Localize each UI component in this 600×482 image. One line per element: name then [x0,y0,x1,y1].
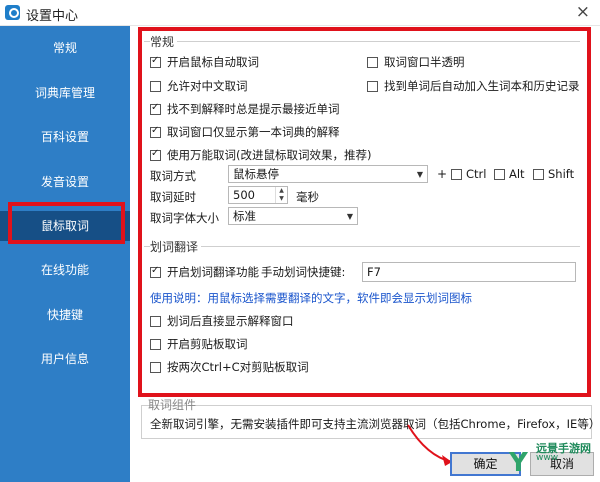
ok-button[interactable]: 确定 [450,452,521,476]
translucent-window-checkbox[interactable] [367,57,378,68]
engine-description: 全新取词引擎，无需安装插件即可支持主流浏览器取词（包括Chrome，Firefo… [150,417,600,431]
section-title-translate: 划词翻译 [150,238,202,255]
capture-delay-label: 取词延时 [150,190,196,204]
auto-capture-label: 开启鼠标自动取词 [167,55,259,69]
chinese-capture-checkbox[interactable] [150,81,161,92]
sidebar-item-online[interactable]: 在线功能 [0,255,130,285]
sidebar-item-encyclopedia[interactable]: 百科设置 [0,122,130,152]
alt-modifier-checkbox[interactable] [494,169,505,180]
sidebar-item-general[interactable]: 常规 [0,33,130,63]
section-divider [144,246,580,247]
ctrl-modifier-label: Ctrl [466,167,487,181]
universal-capture-checkbox[interactable] [150,148,161,161]
hotkey-label: 手动划词快捷键: [261,265,346,279]
font-size-label: 取词字体大小 [150,211,219,225]
hotkey-input[interactable]: F7 [362,262,576,282]
sidebar-item-dictionary-manager[interactable]: 词典库管理 [0,78,130,108]
first-dict-only-checkbox[interactable] [150,125,161,138]
section-divider [144,41,580,42]
ctrl-modifier-checkbox[interactable] [451,169,462,180]
capture-method-value: 鼠标悬停 [233,167,279,181]
window-title: 设置中心 [26,9,79,24]
usage-hint: 使用说明：用鼠标选择需要翻译的文字，软件即会显示划词图标 [150,291,472,305]
show-window-directly-label: 划词后直接显示解释窗口 [167,314,294,328]
capture-delay-unit: 毫秒 [296,190,319,204]
plus-sign: + [437,167,448,181]
double-ctrl-c-label: 按两次Ctrl+C对剪贴板取词 [167,360,309,374]
enable-translate-label: 开启划词翻译功能 [167,265,259,279]
chevron-down-icon: ▼ [416,170,423,179]
spinner-arrows-icon[interactable]: ▲ ▼ [275,187,287,203]
sidebar-item-pronunciation[interactable]: 发音设置 [0,167,130,197]
first-dict-only-label: 取词窗口仅显示第一本词典的解释 [167,125,340,139]
clipboard-capture-label: 开启剪贴板取词 [167,337,248,351]
auto-add-wordbook-checkbox[interactable] [367,81,378,92]
shift-modifier-label: Shift [548,167,575,181]
watermark-sub: www [536,453,559,463]
show-window-directly-checkbox[interactable] [150,316,161,327]
title-bar: 设置中心 × [0,0,600,26]
app-icon [5,5,20,20]
hotkey-value: F7 [367,265,381,279]
close-icon[interactable]: × [576,2,590,22]
shift-modifier-checkbox[interactable] [533,169,544,180]
enable-translate-checkbox[interactable] [150,265,161,278]
auto-capture-checkbox[interactable] [150,55,161,68]
double-ctrl-c-checkbox[interactable] [150,362,161,373]
capture-method-select[interactable]: 鼠标悬停 ▼ [228,165,428,183]
auto-add-wordbook-label: 找到单词后自动加入生词本和历史记录 [384,79,580,93]
font-size-value: 标准 [233,209,256,223]
sidebar: 常规 词典库管理 百科设置 发音设置 鼠标取词 在线功能 快捷键 用户信息 [0,26,130,482]
font-size-select[interactable]: 标准 ▼ [228,207,358,225]
universal-capture-label: 使用万能取词(改进鼠标取词效果，推荐) [167,148,372,162]
section-title-engine: 取词组件 [148,398,197,412]
nearest-word-checkbox[interactable] [150,102,161,115]
capture-delay-value: 500 [233,188,255,202]
sidebar-item-user-info[interactable]: 用户信息 [0,344,130,374]
chevron-down-icon: ▼ [346,212,353,221]
chinese-capture-label: 允许对中文取词 [167,79,248,93]
nearest-word-label: 找不到解释时总是提示最接近单词 [167,102,340,116]
clipboard-capture-checkbox[interactable] [150,339,161,350]
translucent-window-label: 取词窗口半透明 [384,55,465,69]
alt-modifier-label: Alt [509,167,525,181]
section-title-general: 常规 [150,33,178,50]
active-item-highlight [8,202,125,244]
capture-method-label: 取词方式 [150,169,196,183]
sidebar-item-shortcuts[interactable]: 快捷键 [0,300,130,330]
capture-delay-input[interactable]: 500 ▲ ▼ [228,186,288,204]
